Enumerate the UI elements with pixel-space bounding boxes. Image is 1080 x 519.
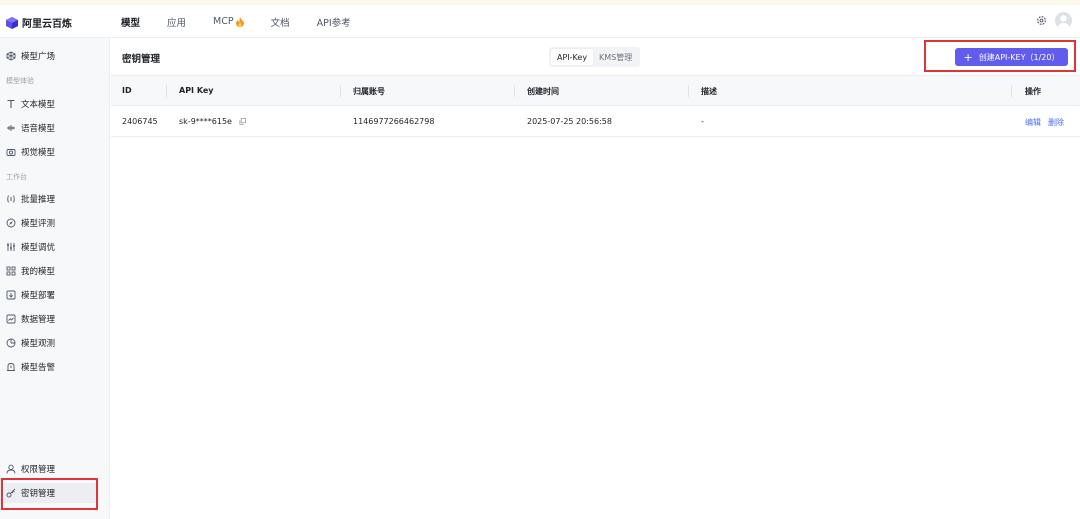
cell-id: 2406745 bbox=[122, 117, 158, 126]
edit-link[interactable]: 编辑 bbox=[1025, 117, 1041, 128]
nav-mcp[interactable]: MCP bbox=[213, 16, 244, 27]
sidebar-item-label: 模型告警 bbox=[21, 363, 56, 373]
column-divider bbox=[166, 85, 167, 97]
sidebar-item-text-model[interactable]: 文本模型 bbox=[0, 94, 108, 114]
sidebar-item-label: 模型部署 bbox=[21, 291, 56, 301]
cell-created: 2025-07-25 20:56:58 bbox=[527, 117, 612, 126]
sidebar: 模型广场 模型体验 文本模型 语音模型 视觉模型 工作台 批量推理 模型评测 模… bbox=[0, 38, 110, 519]
nav-mcp-label: MCP bbox=[213, 16, 234, 27]
sidebar-item-vision-model[interactable]: 视觉模型 bbox=[0, 142, 108, 162]
nav-docs[interactable]: 文档 bbox=[271, 15, 290, 29]
fire-icon bbox=[235, 16, 244, 27]
main-content: 密钥管理 API-Key KMS管理 + 创建API-KEY（1/20） ID … bbox=[111, 38, 1080, 519]
logo-icon bbox=[6, 16, 18, 29]
sidebar-item-my-models[interactable]: 我的模型 bbox=[0, 261, 108, 281]
top-bar: 阿里云百炼 模型 应用 MCP 文档 API参考 bbox=[0, 5, 1080, 38]
sidebar-item-label: 数据管理 bbox=[21, 315, 56, 325]
sidebar-item-key-management[interactable]: 密钥管理 bbox=[3, 483, 97, 503]
key-type-tabs: API-Key KMS管理 bbox=[549, 47, 641, 67]
sidebar-item-label: 模型广场 bbox=[21, 52, 56, 62]
col-description: 描述 bbox=[701, 87, 717, 96]
table-header: ID API Key 归属账号 创建时间 描述 操作 bbox=[111, 76, 1080, 106]
sidebar-item-voice-model[interactable]: 语音模型 bbox=[0, 118, 108, 138]
sidebar-item-model-plaza[interactable]: 模型广场 bbox=[0, 46, 108, 66]
camera-icon bbox=[6, 147, 16, 157]
sidebar-item-label: 模型观测 bbox=[21, 339, 56, 349]
table-row: 2406745 sk-9****615e 1146977266462798 20… bbox=[111, 106, 1080, 137]
top-nav: 模型 应用 MCP 文档 API参考 bbox=[121, 5, 378, 38]
download-box-icon bbox=[6, 290, 16, 300]
grid-icon bbox=[6, 266, 16, 276]
sidebar-item-batch-inference[interactable]: 批量推理 bbox=[0, 189, 108, 209]
sliders-icon bbox=[6, 242, 16, 252]
delete-link[interactable]: 删除 bbox=[1048, 117, 1064, 128]
sidebar-section-workbench: 工作台 bbox=[6, 173, 27, 181]
model-plaza-icon bbox=[6, 51, 16, 61]
nav-app[interactable]: 应用 bbox=[167, 15, 186, 29]
page-header: 密钥管理 API-Key KMS管理 + 创建API-KEY（1/20） bbox=[111, 38, 1080, 76]
chart-box-icon bbox=[6, 314, 16, 324]
col-account: 归属账号 bbox=[353, 87, 385, 96]
sidebar-item-label: 语音模型 bbox=[21, 124, 56, 134]
tab-api-key[interactable]: API-Key bbox=[551, 49, 594, 65]
sidebar-item-model-eval[interactable]: 模型评测 bbox=[0, 213, 108, 233]
cell-actions: 编辑 删除 bbox=[1025, 117, 1071, 128]
sidebar-section-experience: 模型体验 bbox=[6, 77, 34, 85]
compass-icon bbox=[6, 218, 16, 228]
user-icon bbox=[6, 464, 16, 474]
create-api-key-button[interactable]: + 创建API-KEY（1/20） bbox=[955, 48, 1068, 66]
col-api-key: API Key bbox=[179, 86, 214, 95]
sidebar-item-label: 模型评测 bbox=[21, 219, 56, 229]
sidebar-item-label: 批量推理 bbox=[21, 195, 56, 205]
api-key-value: sk-9****615e bbox=[179, 117, 232, 126]
sidebar-item-model-alert[interactable]: 模型告警 bbox=[0, 357, 108, 377]
nav-model[interactable]: 模型 bbox=[121, 15, 140, 29]
sidebar-item-label: 视觉模型 bbox=[21, 148, 56, 158]
nav-api-reference[interactable]: API参考 bbox=[317, 15, 351, 29]
app-logo[interactable]: 阿里云百炼 bbox=[6, 15, 72, 30]
tab-kms[interactable]: KMS管理 bbox=[593, 49, 638, 65]
waveform-icon bbox=[6, 123, 16, 133]
app-name: 阿里云百炼 bbox=[22, 19, 72, 30]
col-actions: 操作 bbox=[1025, 87, 1041, 96]
col-created: 创建时间 bbox=[527, 87, 559, 96]
column-divider bbox=[514, 85, 515, 97]
top-right-tools bbox=[1036, 12, 1072, 29]
col-id: ID bbox=[122, 86, 132, 95]
text-icon bbox=[6, 99, 16, 109]
page-title: 密钥管理 bbox=[122, 54, 161, 65]
sidebar-item-model-tuning[interactable]: 模型调优 bbox=[0, 237, 108, 257]
sidebar-item-model-observe[interactable]: 模型观测 bbox=[0, 333, 108, 353]
user-avatar-icon bbox=[1058, 15, 1069, 29]
pie-icon bbox=[6, 338, 16, 348]
sidebar-item-label: 模型调优 bbox=[21, 243, 56, 253]
column-divider bbox=[688, 85, 689, 97]
key-icon bbox=[6, 488, 16, 498]
create-api-key-label: 创建API-KEY（1/20） bbox=[978, 52, 1060, 62]
sidebar-item-label: 文本模型 bbox=[21, 100, 56, 110]
batch-icon bbox=[6, 194, 16, 204]
alert-icon bbox=[6, 362, 16, 372]
sidebar-item-model-deploy[interactable]: 模型部署 bbox=[0, 285, 108, 305]
column-divider bbox=[1011, 85, 1012, 97]
cell-api-key: sk-9****615e bbox=[179, 117, 246, 126]
plus-icon: + bbox=[963, 50, 973, 64]
avatar[interactable] bbox=[1055, 12, 1072, 29]
copy-icon[interactable] bbox=[239, 118, 246, 125]
sidebar-item-data-management[interactable]: 数据管理 bbox=[0, 309, 108, 329]
gear-icon[interactable] bbox=[1036, 15, 1047, 26]
sidebar-item-label: 我的模型 bbox=[21, 267, 56, 277]
cell-account: 1146977266462798 bbox=[353, 117, 435, 126]
column-divider bbox=[340, 85, 341, 97]
sidebar-item-label: 密钥管理 bbox=[21, 489, 56, 499]
sidebar-item-label: 权限管理 bbox=[21, 465, 56, 475]
cell-description: - bbox=[701, 117, 704, 126]
sidebar-item-permissions[interactable]: 权限管理 bbox=[0, 459, 108, 479]
